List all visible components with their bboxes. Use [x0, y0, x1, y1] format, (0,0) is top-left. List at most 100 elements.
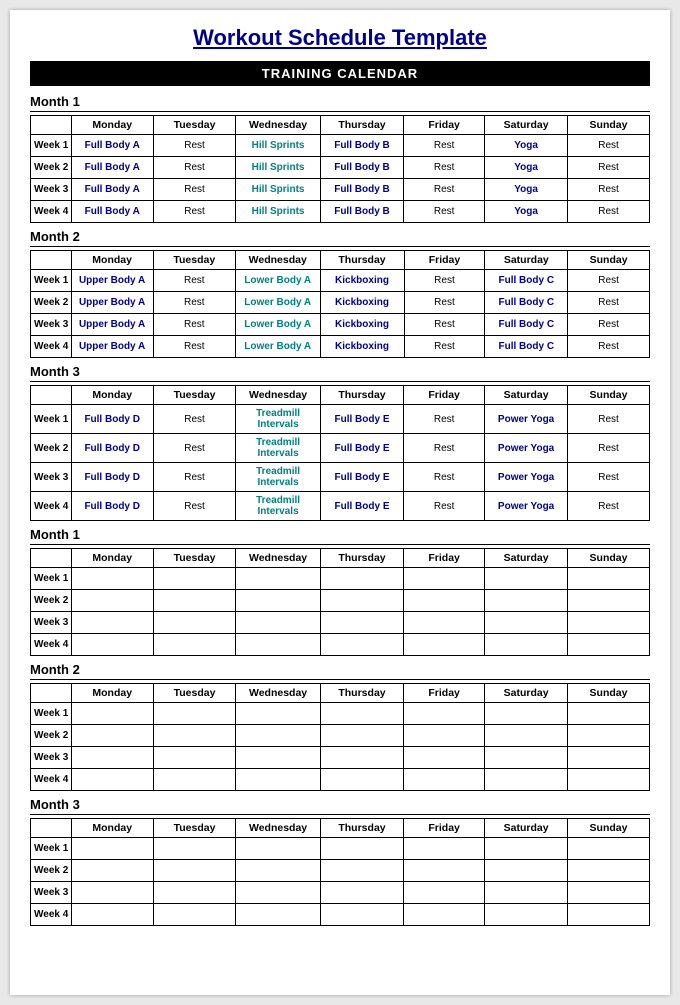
cell[interactable] — [153, 612, 235, 634]
cell[interactable] — [236, 725, 321, 747]
cell[interactable] — [71, 634, 153, 656]
cell[interactable]: Rest — [404, 314, 485, 336]
cell[interactable] — [320, 590, 403, 612]
cell[interactable] — [485, 838, 568, 860]
cell[interactable] — [71, 568, 153, 590]
cell[interactable] — [320, 860, 403, 882]
cell[interactable] — [485, 882, 568, 904]
cell[interactable]: TreadmillIntervals — [236, 492, 321, 521]
cell[interactable] — [404, 769, 485, 791]
cell[interactable]: Full Body B — [320, 201, 403, 223]
cell[interactable]: Rest — [153, 434, 235, 463]
cell[interactable] — [568, 725, 650, 747]
cell[interactable]: Full Body C — [485, 336, 568, 358]
cell[interactable] — [236, 838, 321, 860]
cell[interactable]: Rest — [568, 292, 650, 314]
cell[interactable]: Full Body A — [71, 135, 153, 157]
cell[interactable] — [320, 882, 403, 904]
cell[interactable] — [153, 568, 235, 590]
cell[interactable] — [404, 838, 485, 860]
cell[interactable] — [153, 838, 235, 860]
cell[interactable] — [568, 860, 650, 882]
cell[interactable]: Full Body D — [71, 405, 153, 434]
cell[interactable] — [153, 882, 235, 904]
cell[interactable] — [153, 747, 235, 769]
cell[interactable]: Full Body A — [71, 179, 153, 201]
cell[interactable] — [71, 747, 153, 769]
cell[interactable]: Rest — [153, 292, 235, 314]
cell[interactable] — [404, 703, 485, 725]
cell[interactable]: Rest — [404, 179, 485, 201]
cell[interactable]: Rest — [404, 492, 485, 521]
cell[interactable] — [485, 904, 568, 926]
cell[interactable]: Rest — [568, 314, 650, 336]
cell[interactable]: Lower Body A — [235, 336, 320, 358]
cell[interactable] — [568, 747, 650, 769]
cell[interactable]: Rest — [568, 201, 650, 223]
cell[interactable]: Power Yoga — [485, 463, 568, 492]
cell[interactable] — [153, 904, 235, 926]
cell[interactable] — [320, 725, 403, 747]
cell[interactable]: Full Body E — [320, 492, 403, 521]
cell[interactable] — [568, 590, 650, 612]
cell[interactable]: Rest — [568, 135, 650, 157]
cell[interactable]: Full Body C — [485, 292, 568, 314]
cell[interactable] — [71, 725, 153, 747]
cell[interactable] — [404, 725, 485, 747]
cell[interactable] — [71, 612, 153, 634]
cell[interactable] — [320, 612, 403, 634]
cell[interactable]: Rest — [153, 270, 235, 292]
cell[interactable] — [568, 703, 650, 725]
cell[interactable]: Full Body D — [71, 492, 153, 521]
cell[interactable]: Yoga — [485, 135, 568, 157]
cell[interactable] — [485, 703, 568, 725]
cell[interactable]: Rest — [568, 463, 650, 492]
cell[interactable]: Hill Sprints — [236, 179, 321, 201]
cell[interactable]: Yoga — [485, 201, 568, 223]
cell[interactable]: Lower Body A — [235, 292, 320, 314]
cell[interactable] — [153, 590, 235, 612]
cell[interactable] — [404, 568, 485, 590]
cell[interactable]: Full Body B — [320, 157, 403, 179]
cell[interactable] — [71, 860, 153, 882]
cell[interactable]: Hill Sprints — [236, 157, 321, 179]
cell[interactable] — [153, 860, 235, 882]
cell[interactable]: Rest — [153, 405, 235, 434]
cell[interactable]: Full Body B — [320, 135, 403, 157]
cell[interactable] — [320, 568, 403, 590]
cell[interactable] — [320, 838, 403, 860]
cell[interactable]: Kickboxing — [320, 336, 404, 358]
cell[interactable] — [404, 882, 485, 904]
cell[interactable] — [485, 612, 568, 634]
cell[interactable]: Power Yoga — [485, 405, 568, 434]
cell[interactable] — [485, 568, 568, 590]
cell[interactable]: Yoga — [485, 179, 568, 201]
cell[interactable] — [568, 634, 650, 656]
cell[interactable]: Power Yoga — [485, 492, 568, 521]
cell[interactable] — [568, 568, 650, 590]
cell[interactable] — [71, 590, 153, 612]
cell[interactable]: Full Body B — [320, 179, 403, 201]
cell[interactable] — [404, 860, 485, 882]
cell[interactable] — [236, 904, 321, 926]
cell[interactable] — [320, 747, 403, 769]
cell[interactable] — [153, 769, 235, 791]
cell[interactable] — [236, 568, 321, 590]
cell[interactable] — [568, 838, 650, 860]
cell[interactable]: Full Body D — [71, 434, 153, 463]
cell[interactable] — [320, 634, 403, 656]
cell[interactable] — [153, 634, 235, 656]
cell[interactable]: Rest — [153, 336, 235, 358]
cell[interactable] — [71, 769, 153, 791]
cell[interactable]: Rest — [404, 336, 485, 358]
cell[interactable]: TreadmillIntervals — [236, 405, 321, 434]
cell[interactable]: Upper Body A — [71, 292, 153, 314]
cell[interactable]: Rest — [404, 201, 485, 223]
cell[interactable]: Lower Body A — [235, 314, 320, 336]
cell[interactable]: Full Body C — [485, 270, 568, 292]
cell[interactable] — [485, 860, 568, 882]
cell[interactable]: Rest — [153, 463, 235, 492]
cell[interactable]: Yoga — [485, 157, 568, 179]
cell[interactable]: Rest — [153, 492, 235, 521]
cell[interactable]: Rest — [404, 292, 485, 314]
